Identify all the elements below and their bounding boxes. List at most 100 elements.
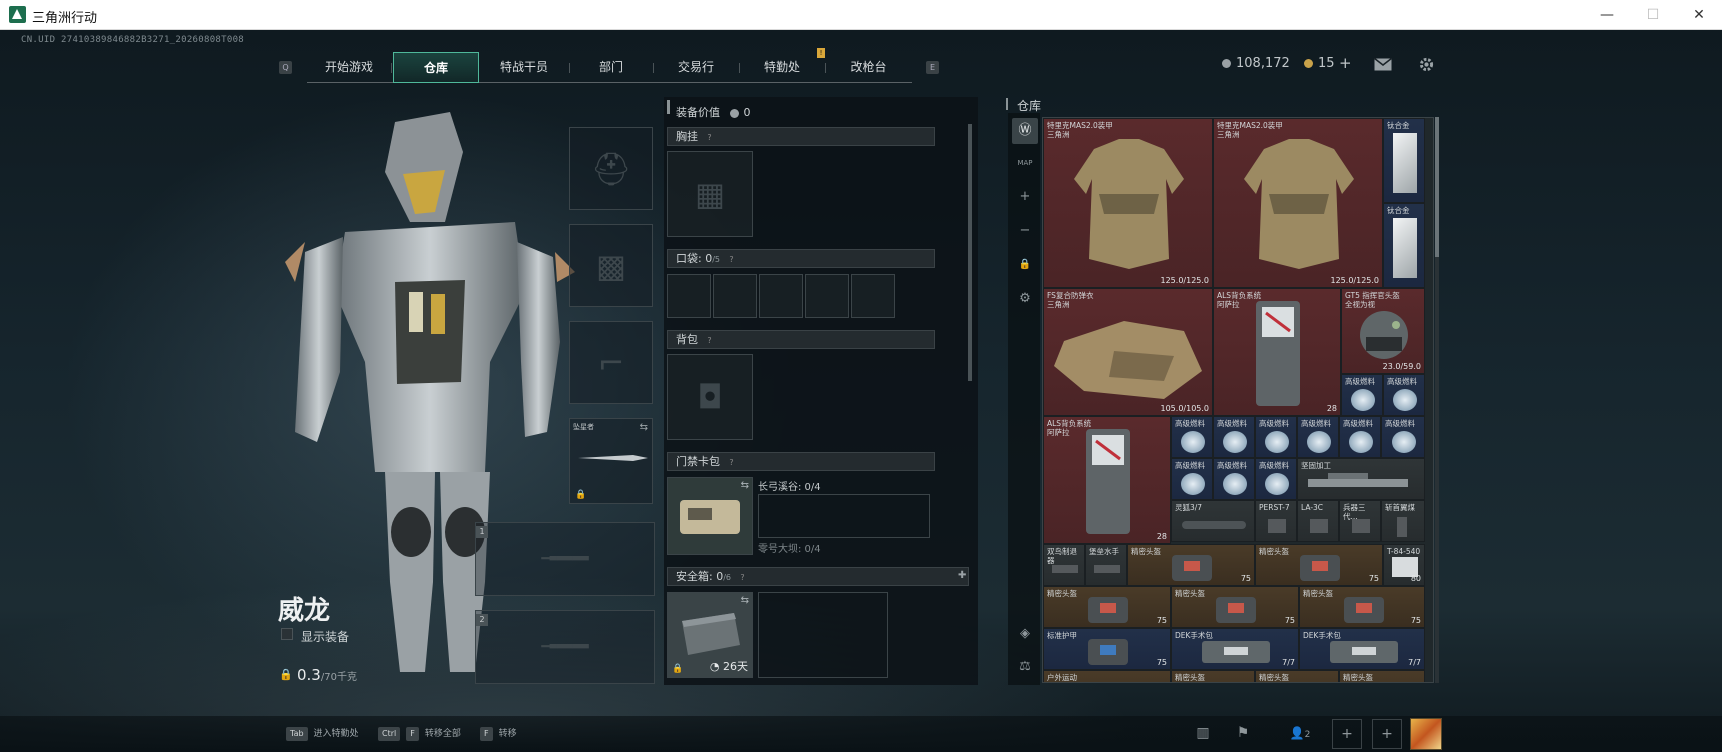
close-button[interactable]: ✕: [1676, 0, 1722, 30]
stash-settings-icon[interactable]: ⚙: [1012, 286, 1038, 312]
stash-category-all-icon[interactable]: Ⓦ: [1012, 118, 1038, 144]
remove-page-icon[interactable]: −: [1012, 218, 1038, 244]
tab-operators[interactable]: 特战干员: [479, 52, 569, 83]
swap-icon[interactable]: ⇆: [640, 422, 648, 433]
stash-item-fuel[interactable]: 高级燃料: [1213, 416, 1255, 458]
stash-item-t84[interactable]: T-84-540 80: [1383, 544, 1425, 586]
helmet-slot[interactable]: ⛑: [569, 127, 653, 210]
stash-item-fuel[interactable]: 高级燃料: [1213, 458, 1255, 500]
squad-icon[interactable]: 👤2: [1280, 719, 1320, 749]
stash-item-titanium[interactable]: 钛合金: [1383, 118, 1425, 203]
stash-item-bastion[interactable]: 堡垒水手: [1085, 544, 1127, 586]
tab-department[interactable]: 部门: [569, 52, 653, 83]
swap-icon[interactable]: ⇆: [741, 480, 749, 491]
nav-next-key[interactable]: E: [926, 61, 939, 74]
stash-item-backpack-als[interactable]: ALS背负系统 阿萨拉 28: [1043, 416, 1171, 544]
hint-transfer-all[interactable]: Ctrl F 转移全部: [378, 726, 461, 741]
chest-rig-slot[interactable]: ▦: [667, 151, 753, 237]
stash-layers-icon[interactable]: ◈: [1012, 621, 1038, 647]
stash-item-fuel[interactable]: 高级燃料: [1297, 416, 1339, 458]
stash-item-precision-helmet[interactable]: 精密头盔 75: [1299, 586, 1425, 628]
invite-slot-button[interactable]: +: [1332, 719, 1362, 749]
pocket-slot[interactable]: [851, 274, 895, 318]
flag-icon[interactable]: ⚑: [1228, 719, 1258, 749]
tab-special-ops[interactable]: 特勤处: [739, 52, 825, 83]
swap-icon[interactable]: ⇆: [741, 595, 749, 606]
stash-item-scope[interactable]: 灵狐3/7: [1171, 500, 1255, 542]
stash-scrollbar-track[interactable]: [1435, 117, 1439, 683]
fuel-can-icon: [1265, 431, 1289, 453]
tab-market[interactable]: 交易行: [653, 52, 739, 83]
hint-transfer[interactable]: F 转移: [480, 726, 517, 741]
keycard-case-item[interactable]: ⇆: [667, 477, 753, 555]
pocket-slot[interactable]: [667, 274, 711, 318]
stash-scrollbar-thumb[interactable]: [1435, 117, 1439, 257]
minimize-button[interactable]: —: [1584, 0, 1630, 30]
stash-item-standard-armor[interactable]: 标准护甲 75: [1043, 628, 1171, 670]
stash-item-outdoor[interactable]: 户外运动: [1043, 670, 1171, 682]
add-page-icon[interactable]: +: [1012, 184, 1038, 210]
pin-icon[interactable]: ✚: [958, 570, 966, 581]
loadout-scrollbar[interactable]: [968, 124, 972, 381]
stash-item-precision-helmet[interactable]: 精密头盔 75: [1127, 544, 1255, 586]
mail-icon[interactable]: [1374, 58, 1392, 71]
add-currency-button[interactable]: +: [1339, 54, 1352, 72]
stash-item-surgery-kit[interactable]: DEK手术包 7/7: [1299, 628, 1425, 670]
stash-item-titanium[interactable]: 钛合金: [1383, 203, 1425, 288]
maximize-button[interactable]: ☐: [1630, 0, 1676, 30]
tab-gunsmith[interactable]: 改枪台: [825, 52, 912, 83]
stash-item-precision-helmet[interactable]: 精密头盔: [1339, 670, 1425, 682]
stash-item-fuel[interactable]: 高级燃料: [1339, 416, 1381, 458]
stash-item-perst[interactable]: PERST-7: [1255, 500, 1297, 542]
stash-item-fuel[interactable]: 高级燃料: [1341, 374, 1383, 416]
stash-item-helmet-gt5[interactable]: GT5 指挥官头盔 全视为视 23.0/59.0: [1341, 288, 1425, 374]
stash-item-precision-helmet[interactable]: 精密头盔 75: [1043, 586, 1171, 628]
melee-slot[interactable]: 坠星者 ⇆ 🔒: [569, 418, 653, 504]
stash-item-precision-helmet[interactable]: 精密头盔 75: [1171, 586, 1299, 628]
stash-item-backpack-als[interactable]: ALS背负系统 阿萨拉 28: [1213, 288, 1341, 416]
stash-item-fuel[interactable]: 高级燃料: [1171, 458, 1213, 500]
stash-item-fs-armor[interactable]: FS复合防弹衣 三角洲 105.0/105.0: [1043, 288, 1213, 416]
stats-icon[interactable]: ▥: [1188, 719, 1218, 749]
keycard-row-dam: 零号大坝: 0/4: [758, 544, 821, 555]
stash-item-precision-helmet[interactable]: 精密头盔 75: [1255, 544, 1383, 586]
primary-weapon-slot-2[interactable]: 2 ╼━━: [475, 610, 655, 684]
armor-slot[interactable]: ▩: [569, 224, 653, 307]
pocket-slot[interactable]: [759, 274, 803, 318]
safebox-item[interactable]: ⇆ 🔒 ◔ 26天: [667, 592, 753, 678]
stash-item-grip[interactable]: 斩首翼煤: [1381, 500, 1425, 542]
primary-weapon-slot-1[interactable]: 1 ╼━━: [475, 522, 655, 596]
backpack-slot[interactable]: ◘: [667, 354, 753, 440]
player-avatar[interactable]: [1410, 718, 1442, 750]
settings-gear-icon[interactable]: [1418, 56, 1435, 73]
hint-enter-special-ops[interactable]: Tab 进入特勤处: [286, 726, 359, 741]
stash-item-precision-helmet[interactable]: 精密头盔: [1171, 670, 1255, 682]
stash-item-fuel[interactable]: 高级燃料: [1171, 416, 1213, 458]
show-equipment-checkbox[interactable]: [281, 628, 293, 640]
stash-item-surgery-kit[interactable]: DEK手术包 7/7: [1171, 628, 1299, 670]
lock-icon: 🔒: [672, 664, 684, 674]
pistol-slot[interactable]: ⌐: [569, 321, 653, 404]
invite-slot-button[interactable]: +: [1372, 719, 1402, 749]
stash-item-gen3[interactable]: 兵器三代...: [1339, 500, 1381, 542]
pocket-slot[interactable]: [805, 274, 849, 318]
safebox-grid[interactable]: [758, 592, 888, 678]
stash-item-fuel[interactable]: 高级燃料: [1255, 458, 1297, 500]
stash-map-icon[interactable]: MAP: [1012, 150, 1038, 176]
stash-item-la3c[interactable]: LA-3C: [1297, 500, 1339, 542]
tab-start-game[interactable]: 开始游戏: [307, 52, 391, 83]
keycard-grid[interactable]: [758, 494, 930, 538]
stash-item-muzzle[interactable]: 双鸟制退器: [1043, 544, 1085, 586]
stash-item-armor[interactable]: 特里克MAS2.0装甲 三角洲 125.0/125.0: [1043, 118, 1213, 288]
stash-sort-icon[interactable]: ⚖: [1012, 654, 1038, 680]
stash-item-attachment[interactable]: 坚固加工: [1297, 458, 1425, 500]
nav-prev-key[interactable]: Q: [279, 61, 292, 74]
stash-item-fuel[interactable]: 高级燃料: [1255, 416, 1297, 458]
tab-stash[interactable]: 仓库: [393, 52, 479, 83]
stash-item-precision-helmet[interactable]: 精密头盔: [1255, 670, 1339, 682]
stash-item-armor[interactable]: 特里克MAS2.0装甲 三角洲 125.0/125.0: [1213, 118, 1383, 288]
stash-item-fuel[interactable]: 高级燃料: [1383, 374, 1425, 416]
stash-item-fuel[interactable]: 高级燃料: [1381, 416, 1425, 458]
pocket-slot[interactable]: [713, 274, 757, 318]
stash-lock-icon[interactable]: 🔒: [1012, 252, 1038, 278]
